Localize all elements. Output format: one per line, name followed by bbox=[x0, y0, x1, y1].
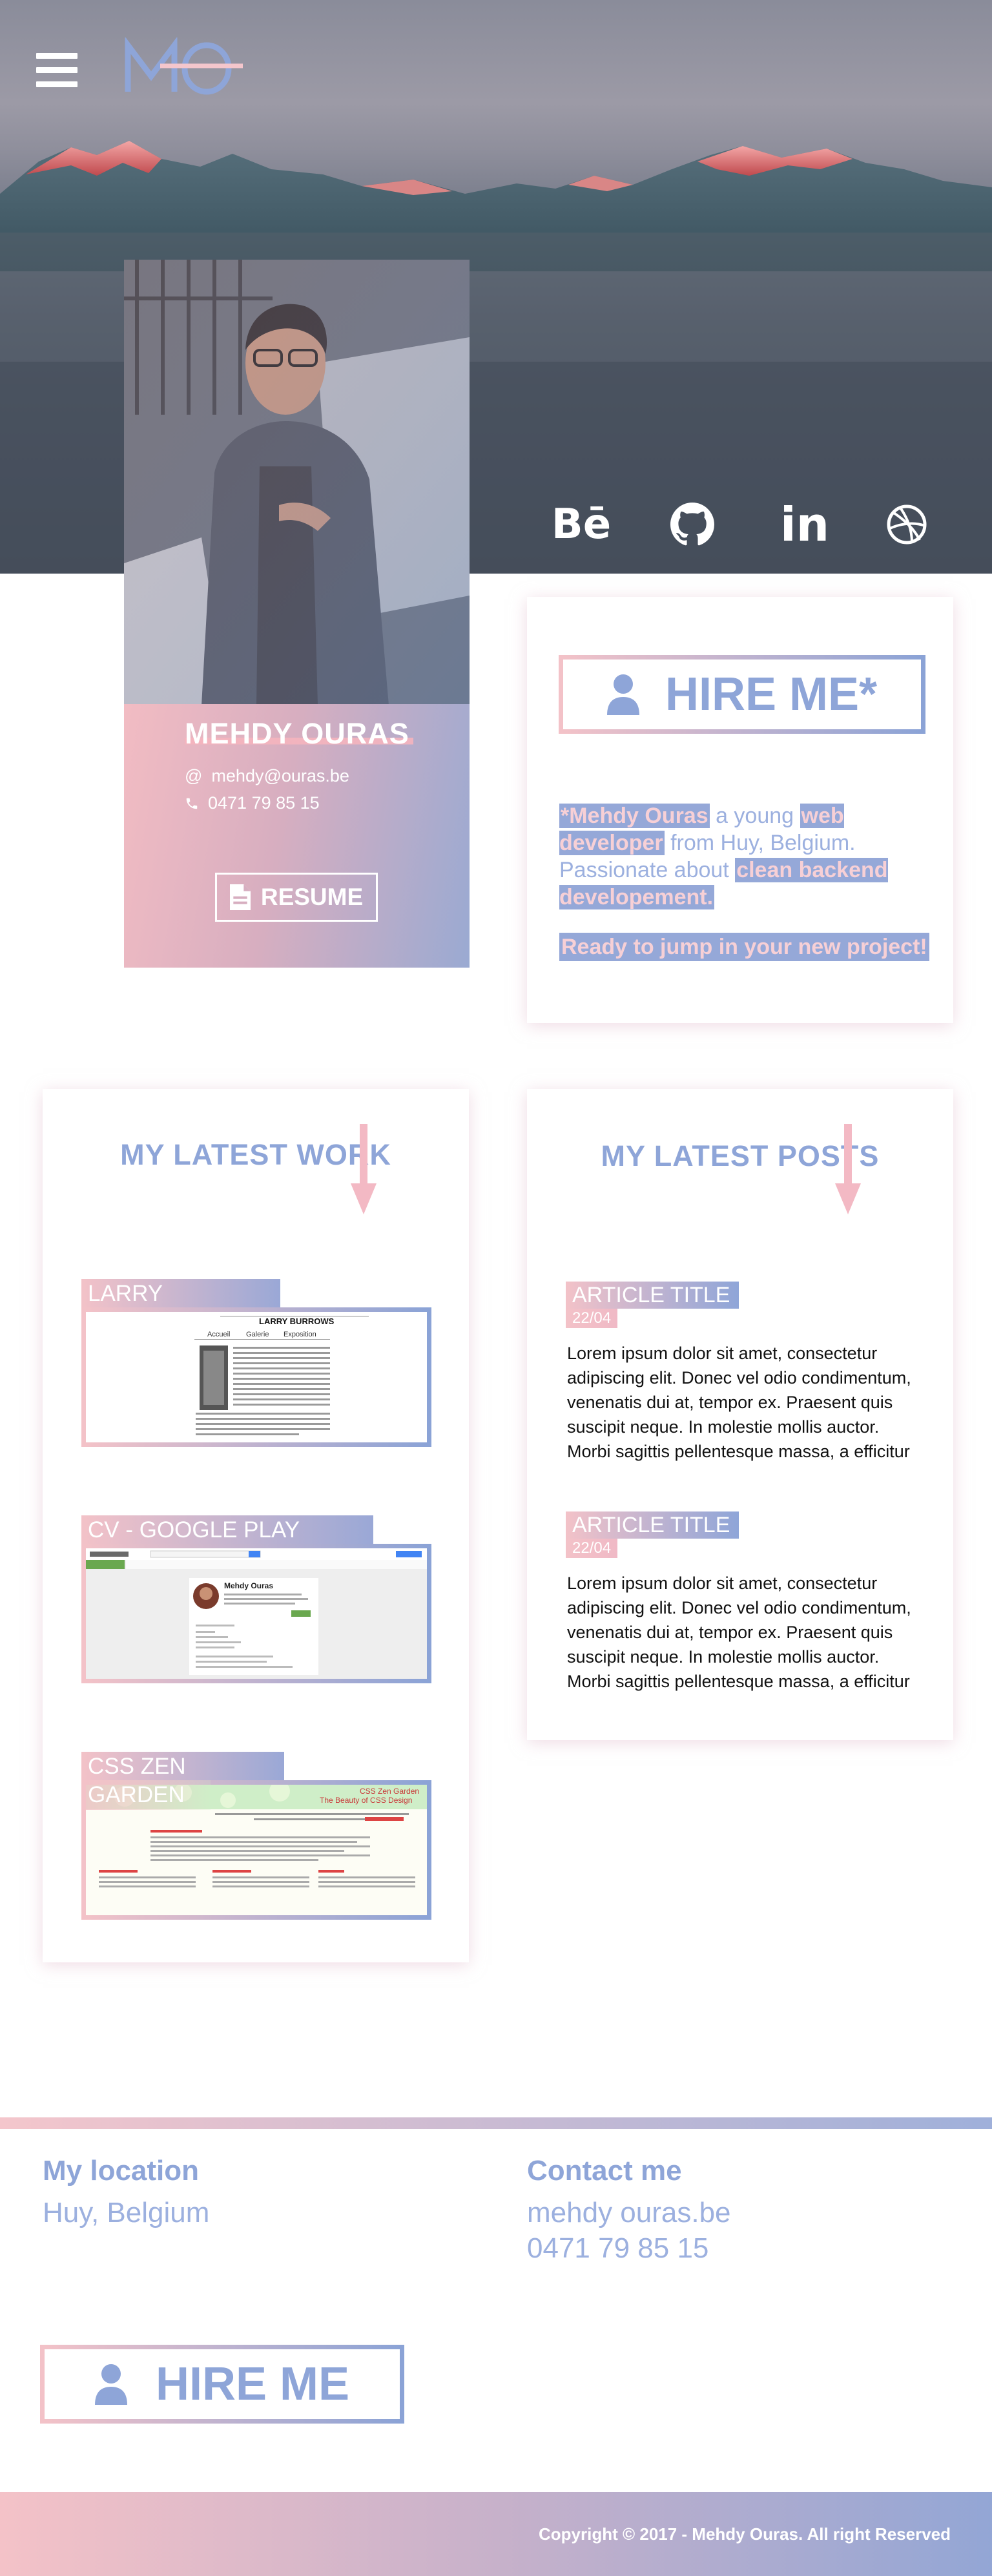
dribbble-link[interactable] bbox=[880, 497, 934, 552]
svg-text:CSS Zen Garden: CSS Zen Garden bbox=[360, 1787, 419, 1796]
hire-me-button[interactable]: HIRE ME* bbox=[559, 655, 925, 734]
footer-divider bbox=[0, 2117, 992, 2129]
svg-text:The Beauty of CSS Design: The Beauty of CSS Design bbox=[320, 1796, 412, 1805]
svg-text:Mehdy Ouras: Mehdy Ouras bbox=[224, 1581, 273, 1590]
intro-text: *Mehdy Ouras a young web developer from … bbox=[559, 804, 888, 909]
article-excerpt: Lorem ipsum dolor sit amet, consectetur … bbox=[567, 1574, 911, 1691]
linkedin-icon: in bbox=[780, 497, 829, 552]
article-date: 22/04 bbox=[566, 1309, 618, 1328]
site-logo[interactable]: MO bbox=[123, 36, 245, 99]
user-icon bbox=[606, 674, 639, 715]
latest-work-title: MY LATEST WORK bbox=[120, 1138, 391, 1171]
arrow-down-icon bbox=[835, 1124, 861, 1214]
svg-text:LARRY BURROWS: LARRY BURROWS bbox=[259, 1316, 335, 1326]
phone-icon bbox=[185, 796, 199, 811]
svg-text:Accueil: Accueil bbox=[207, 1331, 230, 1338]
project-cv-thumbnail[interactable]: Mehdy Ouras bbox=[81, 1544, 431, 1683]
location-text: Huy, Belgium bbox=[43, 2197, 210, 2228]
menu-button[interactable] bbox=[36, 53, 78, 88]
location-heading: My location bbox=[43, 2155, 200, 2186]
behance-icon: Bē bbox=[551, 501, 612, 548]
tagline: Ready to jump in your new project! bbox=[559, 933, 929, 961]
contact-site[interactable]: mehdy ouras.be bbox=[527, 2195, 731, 2230]
contact-heading: Contact me bbox=[527, 2155, 682, 2186]
linkedin-link[interactable]: in bbox=[778, 497, 832, 552]
copyright-text: Copyright © 2017 - Mehdy Ouras. All righ… bbox=[538, 2524, 951, 2544]
profile-name: MEHDY OURAS bbox=[185, 717, 413, 751]
project-label-larry: LARRY bbox=[81, 1279, 280, 1309]
hamburger-icon bbox=[36, 53, 78, 59]
behance-link[interactable]: Bē bbox=[551, 497, 612, 552]
article-excerpt: Lorem ipsum dolor sit amet, consectetur … bbox=[567, 1344, 911, 1461]
article-date: 22/04 bbox=[566, 1539, 618, 1558]
profile-email[interactable]: @ mehdy@ouras.be bbox=[185, 766, 349, 786]
contact-phone[interactable]: 0471 79 85 15 bbox=[527, 2230, 708, 2266]
project-larry-thumbnail[interactable]: LARRY BURROWS Accueil Galerie Exposition bbox=[81, 1307, 431, 1447]
svg-text:Galerie: Galerie bbox=[246, 1331, 269, 1338]
github-link[interactable] bbox=[665, 497, 719, 552]
dribbble-icon bbox=[887, 504, 927, 545]
hire-me-footer-button[interactable]: HIRE ME bbox=[40, 2345, 404, 2424]
article-title[interactable]: ARTICLE TITLE bbox=[566, 1282, 739, 1309]
github-icon bbox=[670, 503, 714, 546]
latest-posts-title: MY LATEST POSTS bbox=[601, 1139, 880, 1172]
resume-button[interactable]: RESUME bbox=[215, 873, 378, 922]
at-icon: @ bbox=[185, 766, 203, 785]
article-title[interactable]: ARTICLE TITLE bbox=[566, 1511, 739, 1539]
svg-text:Exposition: Exposition bbox=[284, 1331, 316, 1338]
profile-phone: 0471 79 85 15 bbox=[185, 793, 320, 813]
profile-photo bbox=[124, 260, 470, 705]
project-label-zen-line2: GARDEN bbox=[81, 1780, 211, 1810]
document-icon bbox=[229, 884, 251, 910]
project-label-zen: CSS ZEN bbox=[81, 1752, 284, 1781]
arrow-down-icon bbox=[351, 1124, 377, 1214]
user-icon bbox=[94, 2364, 127, 2405]
